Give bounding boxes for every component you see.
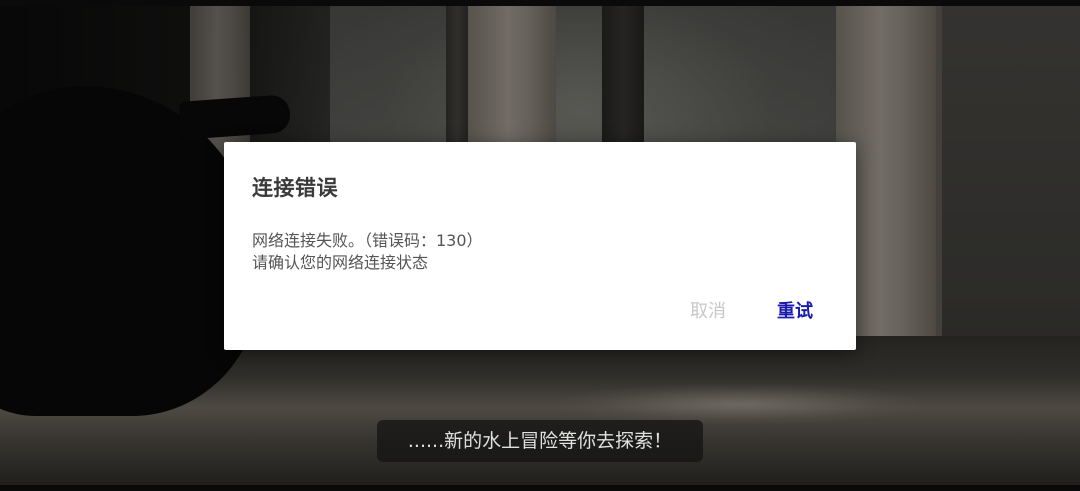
game-screen: ......新的水上冒险等你去探索！ 连接错误 网络连接失败。（错误码：130）… xyxy=(0,0,1080,491)
hint-message-line: 请确认您的网络连接状态 xyxy=(252,253,429,272)
error-message-line: 网络连接失败。（错误码：130） xyxy=(252,231,483,250)
retry-button[interactable]: 重试 xyxy=(777,297,813,327)
connection-error-dialog: 连接错误 网络连接失败。（错误码：130） 请确认您的网络连接状态 取消 重试 xyxy=(224,142,856,350)
loading-tip-caption: ......新的水上冒险等你去探索！ xyxy=(377,420,703,462)
dialog-title: 连接错误 xyxy=(252,176,338,200)
dialog-actions: 取消 重试 xyxy=(224,297,856,327)
cancel-button[interactable]: 取消 xyxy=(690,297,726,327)
dialog-message: 网络连接失败。（错误码：130） 请确认您的网络连接状态 xyxy=(252,230,822,274)
